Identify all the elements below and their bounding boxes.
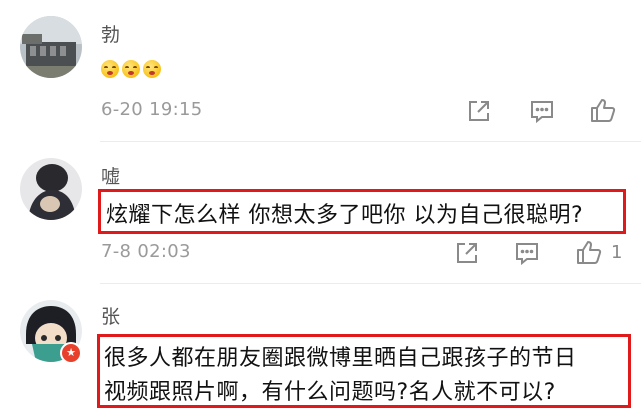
username[interactable]: 嘘 [101,162,120,189]
flushed-emoji-icon [122,59,140,78]
like-count: 1 [611,242,623,263]
avatar[interactable] [20,158,82,220]
comment-item: ★ 张 很多人都在朋友圈跟微博里晒自己跟孩子的节日 视频跟照片啊，有什么问题吗?… [0,284,641,410]
verified-badge-icon: ★ [60,342,82,364]
comment-text-line: 很多人都在朋友圈跟微博里晒自己跟孩子的节日 [104,346,577,371]
username[interactable]: 勃 [101,20,120,47]
comment-icon[interactable] [527,96,557,126]
timestamp: 6-20 19:15 [101,99,203,120]
flushed-emoji-icon [101,59,119,78]
emoji-row [101,58,164,78]
thumbs-up-icon[interactable] [574,237,604,267]
share-icon[interactable] [452,238,482,268]
avatar[interactable] [20,16,82,78]
comment-icon[interactable] [512,238,542,268]
thumbs-up-icon[interactable] [588,95,618,125]
comment-text: 炫耀下怎么样 你想太多了吧你 以为自己很聪明? [106,203,584,228]
comment-item: 嘘 炫耀下怎么样 你想太多了吧你 以为自己很聪明? 7-8 02:03 1 [0,142,641,282]
comment-text-line: 视频跟照片啊，有什么问题吗?名人就不可以? [104,380,556,405]
username[interactable]: 张 [101,302,120,329]
comment-item: 勃 6-20 19:15 [0,0,641,140]
flushed-emoji-icon [143,59,161,78]
timestamp: 7-8 02:03 [101,241,191,262]
share-icon[interactable] [464,96,494,126]
